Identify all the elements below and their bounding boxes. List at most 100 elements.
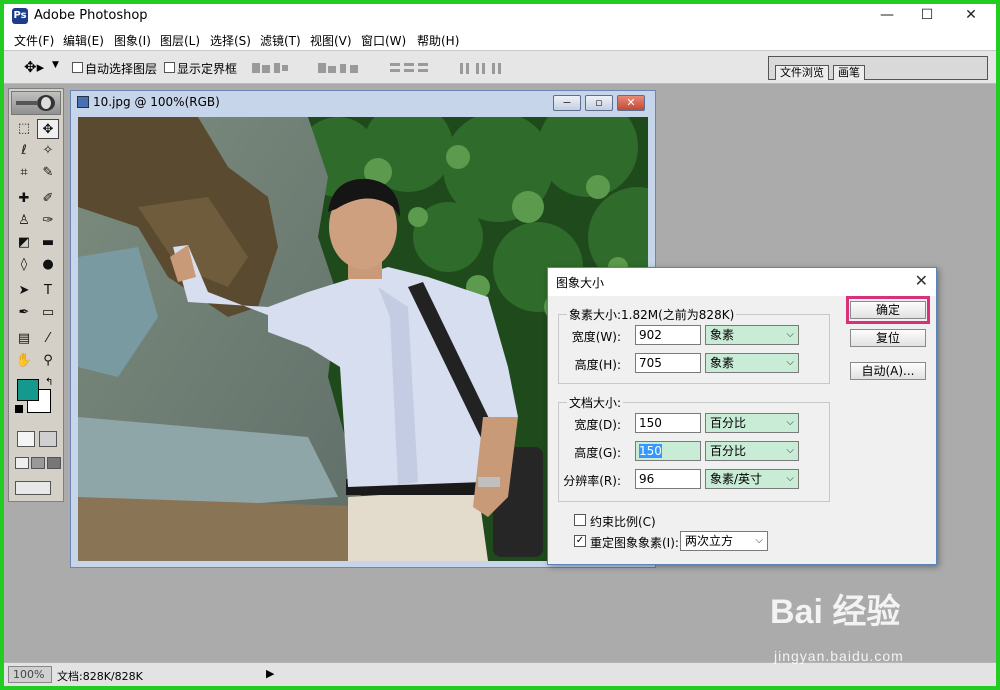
doc-height-unit-select[interactable]: 百分比 ⌵ bbox=[705, 441, 799, 461]
pixel-width-input[interactable]: 902 bbox=[635, 325, 701, 345]
show-bounds-checkbox[interactable] bbox=[164, 62, 175, 73]
menu-image[interactable]: 图象(I) bbox=[114, 32, 151, 49]
resample-checkbox[interactable]: ✓ bbox=[574, 535, 586, 547]
tab-file-browser[interactable]: 文件浏览 bbox=[775, 65, 829, 80]
move-tool-icon[interactable]: ✥▸ bbox=[24, 58, 44, 76]
doc-width-unit-select[interactable]: 百分比 ⌵ bbox=[705, 413, 799, 433]
reset-button[interactable]: 复位 bbox=[850, 329, 926, 347]
brush-tool-icon[interactable]: ✐ bbox=[37, 189, 59, 209]
pixel-width-unit-select[interactable]: 象素 ⌵ bbox=[705, 325, 799, 345]
history-brush-tool-icon[interactable]: ✑ bbox=[37, 211, 59, 231]
clone-stamp-tool-icon[interactable]: ♙ bbox=[13, 211, 35, 231]
doc-width-input[interactable]: 150 bbox=[635, 413, 701, 433]
document-size-group: 文档大小: 宽度(D): 150 百分比 ⌵ 高度(G): 150 百分比 ⌵ 分辨… bbox=[558, 394, 830, 502]
pixel-dimensions-group: 象素大小:1.82M(之前为828K) 宽度(W): 902 象素 ⌵ 高度(H)… bbox=[558, 306, 830, 384]
resample-method-select[interactable]: 两次立方 ⌵ bbox=[680, 531, 768, 551]
pen-tool-icon[interactable]: ✒ bbox=[13, 303, 35, 323]
chevron-down-icon: ⌵ bbox=[755, 535, 763, 546]
hand-tool-icon[interactable]: ✋ bbox=[13, 351, 35, 371]
screen-mode-standard-icon[interactable] bbox=[15, 457, 29, 469]
document-title: 10.jpg @ 100%(RGB) bbox=[93, 95, 220, 109]
tab-brushes[interactable]: 画笔 bbox=[833, 65, 865, 80]
menu-bar: 文件(F) 编辑(E) 图象(I) 图层(L) 选择(S) 滤镜(T) 视图(V… bbox=[4, 28, 996, 50]
foreground-color-swatch[interactable] bbox=[17, 379, 39, 401]
healing-brush-tool-icon[interactable]: ✚ bbox=[13, 189, 35, 209]
notes-tool-icon[interactable]: ▤ bbox=[13, 329, 35, 349]
status-menu-arrow-icon[interactable]: ▶ bbox=[266, 667, 274, 680]
menu-select[interactable]: 选择(S) bbox=[210, 32, 251, 49]
doc-close-button[interactable]: ✕ bbox=[617, 95, 645, 111]
options-bar: ✥▸ ▼ 自动选择图层 显示定界框 文件浏览 画笔 bbox=[4, 50, 996, 84]
menu-file[interactable]: 文件(F) bbox=[14, 32, 54, 49]
toolbox: ⬚ ✥ ℓ ✧ ⌗ ✎ ✚ ✐ ♙ ✑ ◩ ▬ ◊ ● ➤ T ✒ ▭ ▤ ⁄ … bbox=[8, 88, 64, 502]
image-size-dialog: 图象大小 ✕ 象素大小:1.82M(之前为828K) 宽度(W): 902 象素… bbox=[547, 267, 937, 565]
standard-mode-icon[interactable] bbox=[17, 431, 35, 447]
status-bar: 100% 文档:828K/828K ▶ bbox=[4, 662, 996, 686]
zoom-tool-icon[interactable]: ⚲ bbox=[37, 351, 59, 371]
maximize-button[interactable]: ☐ bbox=[904, 4, 950, 28]
ok-button[interactable]: 确定 bbox=[850, 301, 926, 319]
pixel-height-unit-value: 象素 bbox=[710, 356, 735, 370]
tool-preset-chevron-icon[interactable]: ▼ bbox=[52, 60, 59, 70]
constrain-proportions-checkbox[interactable] bbox=[574, 514, 586, 526]
pixel-height-input[interactable]: 705 bbox=[635, 353, 701, 373]
pixel-height-unit-select[interactable]: 象素 ⌵ bbox=[705, 353, 799, 373]
lasso-tool-icon[interactable]: ℓ bbox=[13, 141, 35, 161]
document-size-title: 文档大小: bbox=[567, 394, 624, 411]
quick-mask-mode-icon[interactable] bbox=[39, 431, 57, 447]
dialog-close-icon[interactable]: ✕ bbox=[915, 271, 928, 290]
swap-colors-icon[interactable]: ↰ bbox=[45, 377, 53, 388]
type-tool-icon[interactable]: T bbox=[37, 281, 59, 301]
auto-select-checkbox[interactable] bbox=[72, 62, 83, 73]
pixel-width-label: 宽度(W): bbox=[571, 330, 621, 344]
move-tool-icon[interactable]: ✥ bbox=[37, 119, 59, 139]
eraser-tool-icon[interactable]: ◩ bbox=[13, 233, 35, 253]
shape-tool-icon[interactable]: ▭ bbox=[37, 303, 59, 323]
menu-window[interactable]: 窗口(W) bbox=[361, 32, 406, 49]
screen-mode-full-icon[interactable] bbox=[47, 457, 61, 469]
jump-to-imageready-icon[interactable] bbox=[15, 481, 51, 495]
screen-mode-full-menu-icon[interactable] bbox=[31, 457, 45, 469]
slice-tool-icon[interactable]: ✎ bbox=[37, 163, 59, 183]
pixel-height-label: 高度(H): bbox=[574, 358, 621, 372]
doc-height-selected-text: 150 bbox=[639, 444, 662, 458]
app-title: Adobe Photoshop bbox=[34, 8, 148, 23]
pixel-dimensions-title: 象素大小:1.82M(之前为828K) bbox=[567, 306, 737, 323]
menu-view[interactable]: 视图(V) bbox=[310, 32, 352, 49]
chevron-down-icon: ⌵ bbox=[786, 329, 794, 340]
auto-button[interactable]: 自动(A)... bbox=[850, 362, 926, 380]
gradient-tool-icon[interactable]: ▬ bbox=[37, 233, 59, 253]
path-select-tool-icon[interactable]: ➤ bbox=[13, 281, 35, 301]
doc-height-unit-value: 百分比 bbox=[710, 444, 747, 458]
dialog-title: 图象大小 bbox=[556, 276, 605, 290]
menu-help[interactable]: 帮助(H) bbox=[417, 32, 459, 49]
blur-tool-icon[interactable]: ◊ bbox=[13, 255, 35, 275]
magic-wand-tool-icon[interactable]: ✧ bbox=[37, 141, 59, 161]
menu-layer[interactable]: 图层(L) bbox=[160, 32, 200, 49]
resolution-unit-select[interactable]: 象素/英寸 ⌵ bbox=[705, 469, 799, 489]
doc-width-unit-value: 百分比 bbox=[710, 416, 747, 430]
resample-label: 重定图象象素(I): bbox=[590, 536, 679, 550]
menu-filter[interactable]: 滤镜(T) bbox=[260, 32, 301, 49]
doc-height-input[interactable]: 150 bbox=[635, 441, 701, 461]
photoshop-app-icon: Ps bbox=[12, 8, 28, 24]
auto-select-label: 自动选择图层 bbox=[85, 62, 158, 76]
default-colors-icon[interactable] bbox=[15, 405, 23, 413]
title-bar: Ps Adobe Photoshop — ☐ ✕ bbox=[4, 4, 996, 28]
chevron-down-icon: ⌵ bbox=[786, 473, 794, 484]
chevron-down-icon: ⌵ bbox=[786, 445, 794, 456]
eyedropper-tool-icon[interactable]: ⁄ bbox=[37, 329, 59, 349]
zoom-level-field[interactable]: 100% bbox=[8, 666, 52, 683]
screen-frame: Ps Adobe Photoshop — ☐ ✕ 文件(F) 编辑(E) 图象(… bbox=[4, 4, 996, 686]
dodge-tool-icon[interactable]: ● bbox=[37, 255, 59, 275]
crop-tool-icon[interactable]: ⌗ bbox=[13, 163, 35, 183]
chevron-down-icon: ⌵ bbox=[786, 417, 794, 428]
toolbox-header-logo[interactable] bbox=[11, 91, 61, 115]
align-distribute-icons[interactable] bbox=[252, 61, 514, 77]
doc-restore-button[interactable]: ▫ bbox=[585, 95, 613, 111]
menu-edit[interactable]: 编辑(E) bbox=[63, 32, 104, 49]
resolution-input[interactable]: 96 bbox=[635, 469, 701, 489]
doc-minimize-button[interactable]: − bbox=[553, 95, 581, 111]
close-button[interactable]: ✕ bbox=[948, 4, 994, 28]
marquee-tool-icon[interactable]: ⬚ bbox=[13, 119, 35, 139]
